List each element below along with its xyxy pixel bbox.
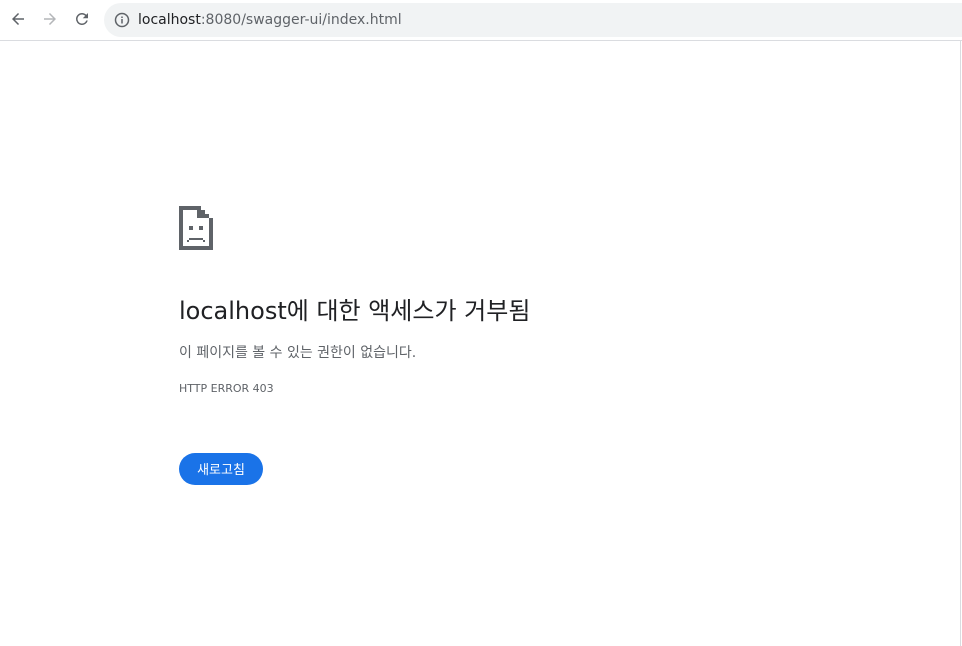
forward-button[interactable]: [39, 8, 61, 30]
browser-toolbar: localhost:8080/swagger-ui/index.html: [0, 0, 962, 41]
url-host: localhost: [138, 12, 201, 28]
sad-document-icon: [179, 206, 213, 250]
address-bar[interactable]: localhost:8080/swagger-ui/index.html: [104, 3, 962, 37]
reload-button-toolbar[interactable]: [71, 8, 93, 30]
forward-arrow-icon: [44, 13, 56, 25]
back-button[interactable]: [7, 8, 29, 30]
reload-button[interactable]: 새로고침: [179, 453, 263, 485]
info-icon[interactable]: [114, 12, 130, 28]
reload-icon: [75, 12, 88, 25]
error-title: localhost에 대한 액세스가 거부됨: [179, 297, 531, 325]
window-edge: [960, 41, 961, 646]
error-message: 이 페이지를 볼 수 있는 권한이 없습니다.: [179, 345, 417, 361]
error-code: HTTP ERROR 403: [179, 382, 274, 395]
back-arrow-icon: [12, 13, 24, 25]
url-text[interactable]: localhost:8080/swagger-ui/index.html: [138, 11, 402, 29]
url-path: :8080/swagger-ui/index.html: [200, 12, 402, 28]
